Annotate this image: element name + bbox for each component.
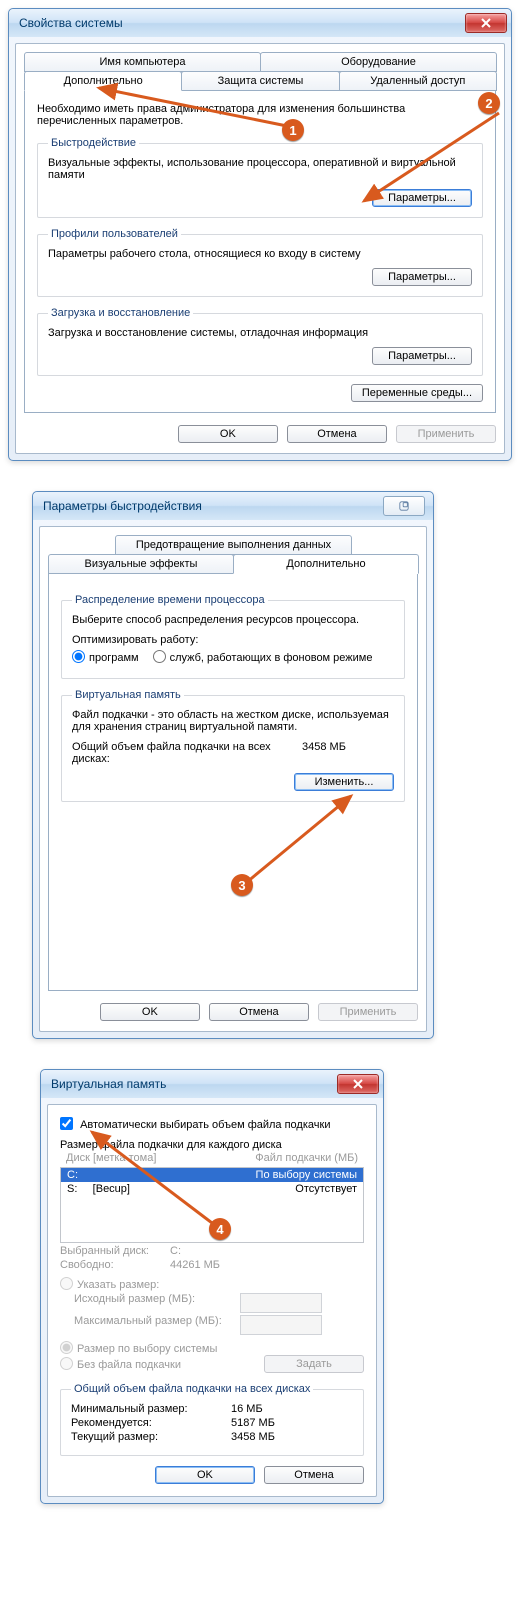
group-performance-title: Быстродействие <box>48 137 139 149</box>
radio-programs-input[interactable] <box>72 650 85 663</box>
apply-button[interactable]: Применить <box>318 1003 418 1021</box>
vm-total-value: 3458 МБ <box>302 741 346 765</box>
help-icon[interactable] <box>383 496 425 516</box>
selected-drive-value: C: <box>170 1245 181 1257</box>
group-startup-title: Загрузка и восстановление <box>48 307 193 319</box>
initial-size-field <box>240 1293 322 1313</box>
group-cpu-title: Распределение времени процессора <box>72 594 268 606</box>
annotation-arrow-3 <box>241 790 381 890</box>
titlebar[interactable]: Свойства системы <box>9 9 511 37</box>
free-space-label: Свободно: <box>60 1259 170 1271</box>
window-title: Свойства системы <box>19 16 465 30</box>
performance-settings-button[interactable]: Параметры... <box>372 189 472 207</box>
radio-background-input[interactable] <box>153 650 166 663</box>
performance-options-window: Параметры быстродействия Предотвращение … <box>32 491 434 1039</box>
tab-row-bottom: Визуальные эффекты Дополнительно <box>48 554 418 574</box>
close-icon[interactable] <box>465 13 507 33</box>
annotation-marker-1: 1 <box>282 119 304 141</box>
ok-button[interactable]: OK <box>155 1466 255 1484</box>
radio-background[interactable]: служб, работающих в фоновом режиме <box>153 650 373 664</box>
recommended-value: 5187 МБ <box>231 1417 275 1429</box>
drive-row-c[interactable]: C: По выбору системы <box>61 1168 363 1182</box>
tab-system-protection[interactable]: Защита системы <box>181 71 339 91</box>
auto-manage-checkbox-input[interactable] <box>60 1117 73 1130</box>
group-profiles: Профили пользователей Параметры рабочего… <box>37 228 483 297</box>
max-size-field <box>240 1315 322 1335</box>
annotation-marker-2: 2 <box>478 92 500 114</box>
group-startup: Загрузка и восстановление Загрузка и вос… <box>37 307 483 376</box>
current-size-label: Текущий размер: <box>71 1431 231 1443</box>
recommended-label: Рекомендуется: <box>71 1417 231 1429</box>
close-icon[interactable] <box>337 1074 379 1094</box>
radio-programs[interactable]: программ <box>72 650 139 664</box>
initial-size-label: Исходный размер (МБ): <box>74 1293 234 1313</box>
annotation-marker-4: 4 <box>209 1218 231 1240</box>
tab-row-top: Предотвращение выполнения данных <box>48 535 418 555</box>
set-button: Задать <box>264 1355 364 1373</box>
profiles-settings-button[interactable]: Параметры... <box>372 268 472 286</box>
group-summary-title: Общий объем файла подкачки на всех диска… <box>71 1383 313 1395</box>
group-cpu: Распределение времени процессора Выберит… <box>61 594 405 679</box>
drives-heading: Размер файла подкачки для каждого диска <box>60 1139 364 1151</box>
free-space-value: 44261 МБ <box>170 1259 220 1271</box>
current-size-value: 3458 МБ <box>231 1431 275 1443</box>
group-cpu-desc: Выберите способ распределения ресурсов п… <box>72 614 394 626</box>
startup-settings-button[interactable]: Параметры... <box>372 347 472 365</box>
drives-columns: Диск [метка тома] Файл подкачки (МБ) <box>60 1151 364 1165</box>
apply-button[interactable]: Применить <box>396 425 496 443</box>
ok-button[interactable]: OK <box>178 425 278 443</box>
vm-change-button[interactable]: Изменить... <box>294 773 394 791</box>
radio-custom: Указать размер: <box>60 1277 364 1291</box>
max-size-label: Максимальный размер (МБ): <box>74 1315 234 1335</box>
group-profiles-desc: Параметры рабочего стола, относящиеся ко… <box>48 248 472 260</box>
window-title: Параметры быстродействия <box>43 499 383 513</box>
radio-none: Без файла подкачки <box>60 1357 258 1371</box>
group-vm: Виртуальная память Файл подкачки - это о… <box>61 689 405 802</box>
group-startup-desc: Загрузка и восстановление системы, отлад… <box>48 327 472 339</box>
cancel-button[interactable]: Отмена <box>264 1466 364 1484</box>
system-properties-window: Свойства системы Имя компьютера Оборудов… <box>8 8 512 461</box>
tab-row-1: Имя компьютера Оборудование <box>24 52 496 72</box>
annotation-marker-3: 3 <box>231 874 253 896</box>
group-vm-title: Виртуальная память <box>72 689 184 701</box>
client-area: Имя компьютера Оборудование Дополнительн… <box>15 43 505 454</box>
drive-row-s[interactable]: S: [Becup] Отсутствует <box>61 1182 363 1196</box>
tab-advanced[interactable]: Дополнительно <box>24 71 182 91</box>
selected-drive-label: Выбранный диск: <box>60 1245 170 1257</box>
tab-dep[interactable]: Предотвращение выполнения данных <box>115 535 352 555</box>
client-area: Автоматически выбирать объем файла подка… <box>47 1104 377 1497</box>
tab-visual-effects[interactable]: Визуальные эффекты <box>48 554 234 574</box>
optimize-label: Оптимизировать работу: <box>72 634 394 646</box>
tab-computer-name[interactable]: Имя компьютера <box>24 52 261 72</box>
radio-system: Размер по выбору системы <box>60 1341 364 1355</box>
tab-advanced[interactable]: Дополнительно <box>233 554 419 574</box>
tab-pane: Необходимо иметь права администратора дл… <box>24 90 496 413</box>
group-performance: Быстродействие Визуальные эффекты, испол… <box>37 137 483 218</box>
tab-pane: Распределение времени процессора Выберит… <box>48 573 418 991</box>
min-size-value: 16 МБ <box>231 1403 263 1415</box>
ok-button[interactable]: OK <box>100 1003 200 1021</box>
cancel-button[interactable]: Отмена <box>209 1003 309 1021</box>
cancel-button[interactable]: Отмена <box>287 425 387 443</box>
vm-total-label: Общий объем файла подкачки на всех диска… <box>72 741 302 765</box>
group-vm-desc: Файл подкачки - это область на жестком д… <box>72 709 394 733</box>
auto-manage-checkbox[interactable]: Автоматически выбирать объем файла подка… <box>60 1119 330 1131</box>
window-title: Виртуальная память <box>51 1077 337 1091</box>
group-performance-desc: Визуальные эффекты, использование процес… <box>48 157 472 181</box>
titlebar[interactable]: Параметры быстродействия <box>33 492 433 520</box>
group-summary: Общий объем файла подкачки на всех диска… <box>60 1383 364 1456</box>
group-profiles-title: Профили пользователей <box>48 228 181 240</box>
client-area: Предотвращение выполнения данных Визуаль… <box>39 526 427 1032</box>
tab-remote[interactable]: Удаленный доступ <box>339 71 497 91</box>
environment-variables-button[interactable]: Переменные среды... <box>351 384 483 402</box>
tab-hardware[interactable]: Оборудование <box>260 52 497 72</box>
virtual-memory-window: Виртуальная память Автоматически выбират… <box>40 1069 384 1504</box>
intro-text: Необходимо иметь права администратора дл… <box>37 103 483 127</box>
min-size-label: Минимальный размер: <box>71 1403 231 1415</box>
tab-row-2: Дополнительно Защита системы Удаленный д… <box>24 71 496 91</box>
titlebar[interactable]: Виртуальная память <box>41 1070 383 1098</box>
